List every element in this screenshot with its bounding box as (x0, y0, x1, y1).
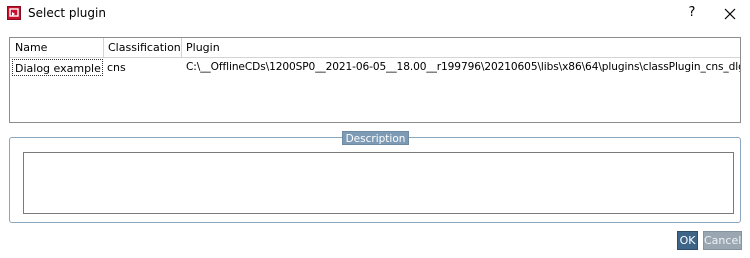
column-header-name[interactable]: Name (11, 38, 104, 58)
table-row[interactable]: Dialog example cns C:\__OfflineCDs\1200S… (10, 59, 740, 76)
select-plugin-dialog: Select plugin ? Name Classification Plug… (0, 0, 750, 258)
description-label: Description (342, 131, 409, 145)
ok-button[interactable]: OK (677, 231, 698, 250)
close-icon (724, 8, 736, 20)
table-header: Name Classification Plugin (10, 38, 740, 58)
title-bar: Select plugin ? (0, 0, 750, 28)
plugin-table[interactable]: Name Classification Plugin Dialog exampl… (9, 37, 741, 123)
row-classification-cell: cns (107, 61, 126, 74)
app-logo-icon (7, 6, 21, 20)
column-header-plugin[interactable]: Plugin (182, 38, 740, 58)
cancel-button[interactable]: Cancel (703, 231, 742, 250)
description-text-area[interactable] (23, 152, 734, 214)
row-plugin-path-cell: C:\__OfflineCDs\1200SP0__2021-06-05__18.… (186, 61, 740, 73)
window-title: Select plugin (28, 6, 106, 20)
column-header-classification[interactable]: Classification (104, 38, 182, 58)
close-button[interactable] (720, 4, 740, 24)
help-button[interactable]: ? (684, 3, 700, 23)
row-name-cell: Dialog example (12, 59, 103, 76)
